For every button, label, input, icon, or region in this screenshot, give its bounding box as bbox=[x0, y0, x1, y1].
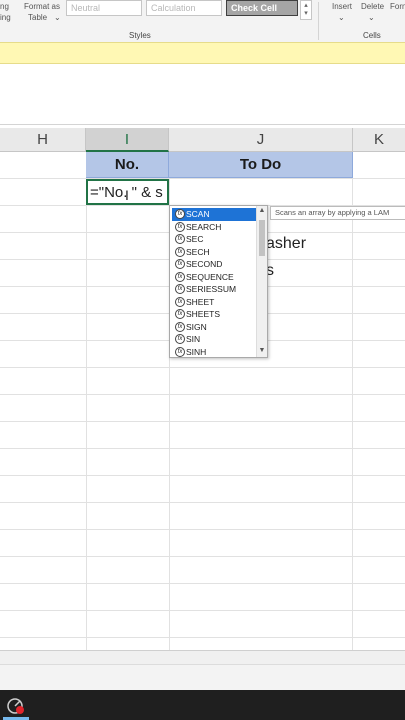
autocomplete-item[interactable]: fx SERIESSUM bbox=[172, 283, 257, 296]
grid-line bbox=[0, 394, 405, 395]
column-header-j[interactable]: J bbox=[169, 128, 353, 152]
ribbon: ng ing Format as Table ⌄ Neutral Calcula… bbox=[0, 0, 405, 42]
taskbar bbox=[0, 690, 405, 720]
autocomplete-item[interactable]: fx SINH bbox=[172, 346, 257, 359]
table-header-todo[interactable]: To Do bbox=[169, 152, 353, 178]
fx-icon: fx bbox=[175, 259, 185, 269]
scrollbar-thumb[interactable] bbox=[259, 220, 265, 256]
autocomplete-item-label: SECOND bbox=[186, 259, 223, 269]
grid-line bbox=[0, 421, 405, 422]
grid-line bbox=[0, 637, 405, 638]
grid-line bbox=[0, 610, 405, 611]
autocomplete-item-label: SEARCH bbox=[186, 221, 222, 232]
grid-line bbox=[0, 367, 405, 368]
autocomplete-item[interactable]: fx SCAN bbox=[172, 208, 257, 221]
autocomplete-item-label: SEC bbox=[186, 234, 204, 244]
column-header-k[interactable]: K bbox=[353, 128, 405, 152]
autocomplete-item[interactable]: fx SHEETS bbox=[172, 308, 257, 321]
style-calculation[interactable]: Calculation bbox=[146, 0, 222, 16]
column-header-i[interactable]: I bbox=[86, 128, 169, 152]
fx-icon: fx bbox=[175, 346, 185, 357]
fx-icon: fx bbox=[175, 321, 185, 332]
autocomplete-item-label: SCAN bbox=[186, 209, 210, 219]
fx-icon: fx bbox=[175, 209, 185, 219]
autocomplete-item[interactable]: fx SEC bbox=[172, 233, 257, 246]
autocomplete-item-label: SIN bbox=[186, 334, 201, 344]
autocomplete-item[interactable]: fx SHEET bbox=[172, 296, 257, 309]
function-autocomplete-list[interactable]: fx SCAN fx SEARCH fx SEC fx SECH fx SECOND fx… bbox=[169, 205, 268, 358]
grid-line bbox=[352, 152, 353, 650]
fx-icon: fx bbox=[175, 246, 185, 257]
delete-button[interactable]: Delete ⌄ bbox=[359, 0, 387, 26]
chevron-down-icon: ⌄ bbox=[338, 13, 345, 22]
sheet-tabs-bar bbox=[0, 650, 405, 664]
fx-icon: fx bbox=[175, 234, 185, 244]
delete-label: Delete bbox=[361, 2, 385, 11]
autocomplete-item-label: SHEETS bbox=[186, 309, 221, 319]
style-check-cell[interactable]: Check Cell bbox=[226, 0, 298, 16]
status-bar bbox=[0, 664, 405, 690]
autocomplete-item-label: SECH bbox=[186, 246, 210, 257]
autocomplete-item-label: SEQUENCE bbox=[186, 271, 234, 282]
grid-line bbox=[0, 178, 405, 179]
chevron-down-icon: ⌄ bbox=[368, 13, 375, 22]
format-as-table-label-2: Table bbox=[28, 13, 48, 22]
autocomplete-item-label: SIGN bbox=[186, 321, 207, 332]
style-neutral[interactable]: Neutral bbox=[66, 0, 142, 16]
format-as-table-button[interactable]: Format as Table ⌄ bbox=[20, 0, 64, 26]
formula-area bbox=[0, 65, 405, 125]
notice-bar bbox=[0, 42, 405, 64]
cell-text-partial[interactable]: asher bbox=[266, 235, 306, 253]
cells-group-label: Cells bbox=[363, 31, 381, 40]
function-tooltip: Scans an array by applying a LAM bbox=[270, 206, 405, 220]
autocomplete-item[interactable]: fx SIGN bbox=[172, 321, 257, 334]
fx-icon: fx bbox=[175, 309, 185, 319]
autocomplete-item[interactable]: fx SECH bbox=[172, 246, 257, 259]
column-header-label: H bbox=[37, 131, 48, 148]
styles-gallery-scroll[interactable]: ▴ ▾ bbox=[300, 0, 312, 20]
scroll-up-icon[interactable]: ▲ bbox=[257, 206, 267, 216]
autocomplete-item-label: SINH bbox=[186, 346, 207, 357]
insert-label: Insert bbox=[332, 2, 353, 11]
column-header-h[interactable]: H bbox=[0, 128, 86, 152]
fx-icon: fx bbox=[175, 271, 185, 282]
fx-icon: fx bbox=[175, 284, 185, 294]
grid-line bbox=[0, 448, 405, 449]
grid-line bbox=[0, 529, 405, 530]
autocomplete-item[interactable]: fx SECOND bbox=[172, 258, 257, 271]
insert-button[interactable]: Insert ⌄ bbox=[330, 0, 356, 26]
ribbon-left-fragment-1: ng bbox=[0, 2, 9, 11]
ribbon-left-fragment-2: ing bbox=[0, 13, 11, 22]
autocomplete-item-label: SHEET bbox=[186, 296, 215, 307]
format-as-table-label-1: Format as bbox=[24, 2, 61, 11]
autocomplete-scrollbar[interactable]: ▲ ▼ bbox=[256, 206, 267, 357]
fx-icon: fx bbox=[175, 334, 185, 344]
chevron-down-icon: ⌄ bbox=[54, 13, 61, 22]
column-header-label: J bbox=[256, 131, 265, 148]
autocomplete-item[interactable]: fx SEARCH bbox=[172, 221, 257, 234]
grid-line bbox=[0, 556, 405, 557]
column-header-label: K bbox=[373, 131, 384, 148]
app-icon[interactable] bbox=[5, 697, 25, 715]
column-header-label: I bbox=[124, 131, 130, 148]
styles-group-label: Styles bbox=[129, 31, 151, 40]
format-button[interactable]: Forn bbox=[388, 0, 405, 26]
fx-icon: fx bbox=[175, 221, 185, 232]
grid-line bbox=[86, 152, 87, 650]
autocomplete-item[interactable]: fx SIN bbox=[172, 333, 257, 346]
autocomplete-item-label: SERIESSUM bbox=[186, 284, 237, 294]
fx-icon: fx bbox=[175, 296, 185, 307]
scroll-down-icon[interactable]: ▼ bbox=[257, 346, 267, 356]
text-cursor-icon: I bbox=[125, 187, 129, 203]
grid-line bbox=[0, 583, 405, 584]
format-label: Forn bbox=[390, 2, 405, 11]
autocomplete-item[interactable]: fx SEQUENCE bbox=[172, 271, 257, 284]
grid-line bbox=[0, 502, 405, 503]
table-header-no[interactable]: No. bbox=[86, 152, 169, 178]
grid-line bbox=[0, 475, 405, 476]
group-divider bbox=[318, 2, 319, 40]
